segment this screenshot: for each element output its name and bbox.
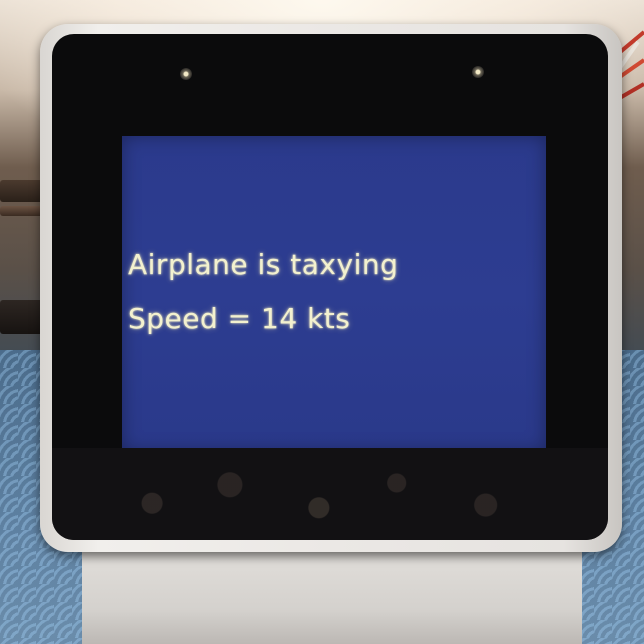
photo-scene: Airplane is taxying Speed = 14 kts bbox=[0, 0, 644, 644]
bezel-reflection bbox=[52, 448, 608, 540]
lcd-device: Airplane is taxying Speed = 14 kts bbox=[40, 24, 622, 552]
mounting-hole-left bbox=[180, 68, 192, 80]
device-bezel: Airplane is taxying Speed = 14 kts bbox=[52, 34, 608, 540]
mounting-hole-right bbox=[472, 66, 484, 78]
speed-text: Speed = 14 kts bbox=[128, 302, 351, 335]
status-text: Airplane is taxying bbox=[128, 248, 399, 281]
lcd-screen: Airplane is taxying Speed = 14 kts bbox=[122, 136, 546, 452]
